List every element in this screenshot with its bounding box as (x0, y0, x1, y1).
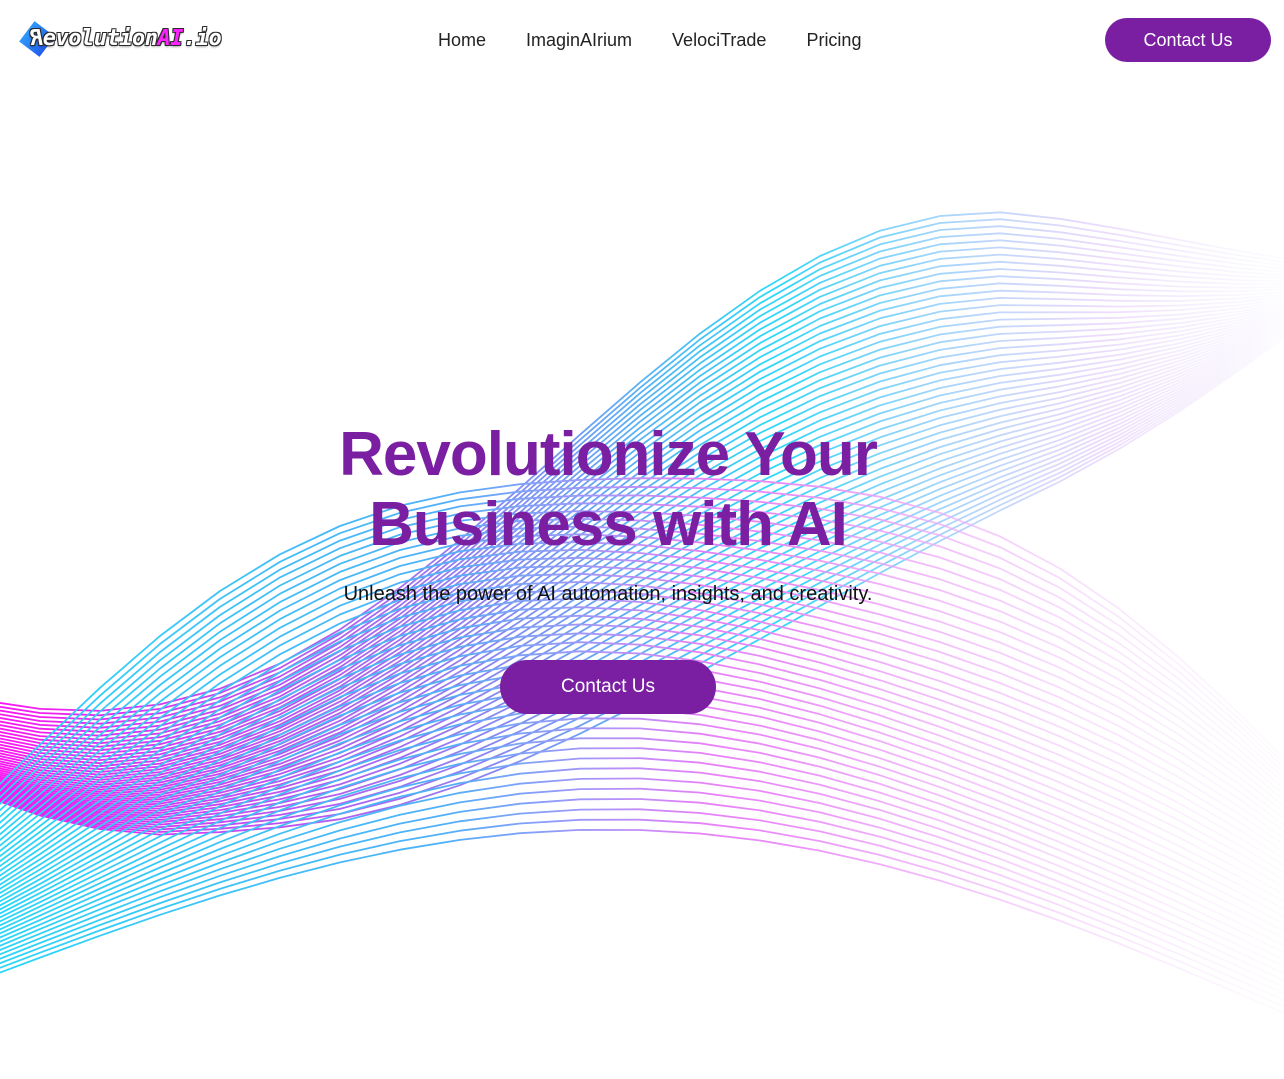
header-contact-button[interactable]: Contact Us (1105, 18, 1271, 62)
hero-section: Revolutionize Your Business with AI Unle… (0, 420, 1216, 714)
hero-title-line-2: Business with AI (369, 490, 848, 559)
logo-suffix-text: .io (182, 26, 222, 51)
brand-logo-text: RevolutionAI.io (30, 26, 222, 51)
site-header: RevolutionAI.io Home ImaginAIrium Veloci… (0, 0, 1284, 80)
nav-item-pricing[interactable]: Pricing (786, 26, 881, 54)
wave-line-lower (0, 727, 1284, 947)
landing-page: RevolutionAI.io Home ImaginAIrium Veloci… (0, 0, 1284, 1079)
nav-item-imaginairium[interactable]: ImaginAIrium (506, 26, 652, 54)
wave-line-lower (0, 818, 1284, 1008)
logo-main-text: evolution (42, 26, 158, 51)
brand-logo[interactable]: RevolutionAI.io (16, 16, 236, 64)
logo-flipped-letter: R (30, 26, 43, 51)
nav-item-home[interactable]: Home (418, 26, 506, 54)
nav-item-velocitrade[interactable]: VelociTrade (652, 26, 786, 54)
hero-contact-button[interactable]: Contact Us (500, 660, 716, 714)
hero-subtitle: Unleash the power of AI automation, insi… (343, 583, 873, 605)
hero-title: Revolutionize Your Business with AI (288, 420, 928, 560)
hero-title-line-1: Revolutionize Your (339, 420, 878, 489)
logo-accent-text: AI (157, 26, 183, 51)
wave-line-lower (0, 747, 1284, 961)
main-nav: Home ImaginAIrium VelociTrade Pricing (418, 26, 881, 54)
